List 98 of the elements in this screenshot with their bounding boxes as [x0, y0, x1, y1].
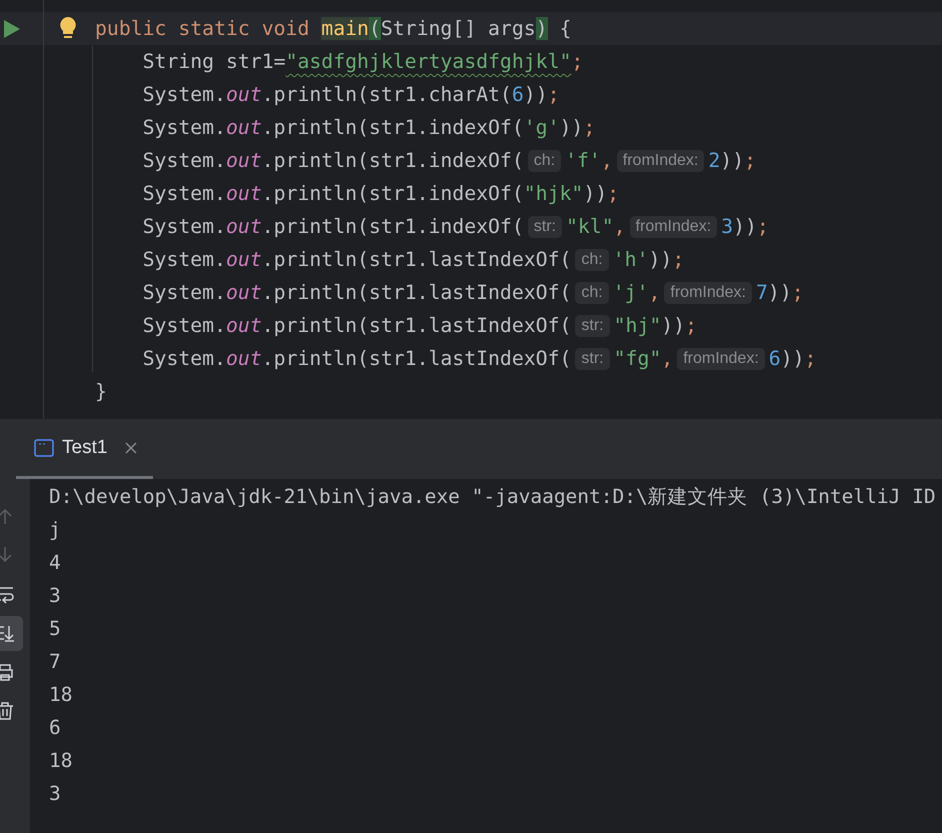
code-token: )): [733, 215, 757, 238]
code-token: 'j': [612, 281, 648, 304]
code-token: .println(str1.indexOf(: [262, 215, 524, 238]
code-token: 2: [708, 149, 720, 172]
code-token: 'h': [612, 248, 648, 271]
code-token: System.: [142, 347, 226, 370]
parameter-hint: str:: [575, 348, 610, 370]
code-token: ;: [756, 215, 769, 238]
code-token: 7: [756, 281, 768, 304]
code-token: System.: [142, 314, 226, 337]
code-token: )): [648, 248, 672, 271]
console-line: 18: [49, 748, 74, 774]
console-line: 3: [49, 781, 62, 807]
code-token: ;: [744, 149, 756, 172]
code-token: 'g': [524, 116, 560, 139]
code-token: )): [583, 182, 608, 205]
code-token: "hj": [614, 314, 662, 337]
code-token: public static void: [95, 17, 310, 40]
code-token: 6: [768, 347, 781, 370]
parameter-hint: str:: [528, 216, 562, 238]
console-line: D:\develop\Java\jdk-21\bin\java.exe "-javaagent:D:\新建文件夹 (3)\IntelliJ ID: [49, 484, 937, 510]
code-token: out: [226, 116, 262, 139]
code-token: System.: [142, 83, 226, 106]
parameter-hint: ch:: [575, 282, 609, 304]
code-token: ;: [571, 50, 584, 73]
run-icon[interactable]: [3, 19, 21, 39]
code-token: ;: [685, 314, 698, 337]
code-token: ;: [804, 347, 816, 370]
code-token: System.: [142, 281, 226, 304]
code-token: .println(str1.indexOf(: [262, 182, 524, 205]
run-tab[interactable]: Test1: [16, 419, 154, 479]
code-token: String[] args: [380, 17, 536, 40]
code-token: .println(str1.charAt(: [262, 83, 512, 106]
code-token: )): [560, 116, 584, 139]
code-token: .println(str1.indexOf(: [262, 149, 524, 172]
scroll-to-end-icon[interactable]: [0, 616, 23, 651]
code-token: )): [524, 83, 548, 106]
code-token: main: [321, 17, 369, 40]
code-token: .println(str1.lastIndexOf(: [262, 314, 572, 337]
code-token: String str1=: [142, 50, 286, 73]
code-token: "hjk": [524, 182, 584, 205]
code-token: ;: [583, 116, 596, 139]
console-line: 7: [49, 649, 62, 675]
code-token: out: [226, 314, 262, 337]
code-token: )): [780, 347, 805, 370]
code-token: )): [768, 281, 792, 304]
code-token: out: [226, 215, 262, 238]
code-token: .println(str1.lastIndexOf(: [262, 248, 572, 271]
parameter-hint: fromIndex:: [616, 150, 704, 172]
code-token: 3: [721, 215, 734, 238]
close-icon[interactable]: [125, 442, 138, 454]
code-token: ,: [600, 149, 613, 172]
parameter-hint: ch:: [575, 248, 609, 270]
code-token: .println(str1.lastIndexOf(: [262, 281, 572, 304]
console-line: 18: [49, 682, 74, 708]
code-token: System.: [142, 215, 226, 238]
console-line: 3: [49, 583, 62, 609]
lightbulb-icon[interactable]: [59, 16, 77, 40]
code-token: )): [720, 149, 744, 172]
code-token: {: [558, 17, 572, 40]
code-token: ,: [648, 281, 660, 304]
console-line: 6: [49, 715, 62, 741]
code-token: ;: [672, 248, 684, 271]
code-token: out: [226, 347, 262, 370]
code-token: out: [226, 83, 262, 106]
console-line: j: [49, 517, 62, 543]
code-token: .println(str1.lastIndexOf(: [262, 347, 572, 370]
code-token: out: [226, 149, 262, 172]
parameter-hint: fromIndex:: [677, 348, 765, 370]
parameter-hint: str:: [575, 314, 610, 336]
code-token: (: [368, 17, 381, 40]
parameter-hint: fromIndex:: [630, 216, 718, 238]
code-token: out: [226, 248, 262, 271]
code-token: "fg": [614, 347, 662, 370]
console-line: 5: [49, 616, 62, 642]
code-token: 6: [512, 83, 524, 106]
code-token: ;: [792, 281, 804, 304]
code-token: 'f': [565, 149, 601, 172]
code-token: out: [226, 281, 262, 304]
console-line: 4: [49, 550, 62, 576]
code-token: System.: [142, 182, 226, 205]
code-token: )): [661, 314, 686, 337]
code-token: ;: [607, 182, 620, 205]
code-token: ;: [548, 83, 560, 106]
code-token: ): [536, 17, 548, 40]
code-token: System.: [142, 149, 226, 172]
parameter-hint: ch:: [528, 150, 562, 172]
code-token: out: [226, 182, 262, 205]
code-token: ,: [614, 215, 626, 238]
code-token: .println(str1.indexOf(: [262, 116, 524, 139]
code-token: System.: [142, 116, 226, 139]
code-token: System.: [142, 248, 226, 271]
code-token: ,: [661, 347, 674, 370]
parameter-hint: fromIndex:: [664, 282, 752, 304]
code-token: }: [95, 380, 107, 403]
code-token: "kl": [566, 215, 614, 238]
console-window-icon: [34, 438, 54, 456]
code-token: "asdfghjklertyasdfghjkl": [286, 50, 572, 73]
